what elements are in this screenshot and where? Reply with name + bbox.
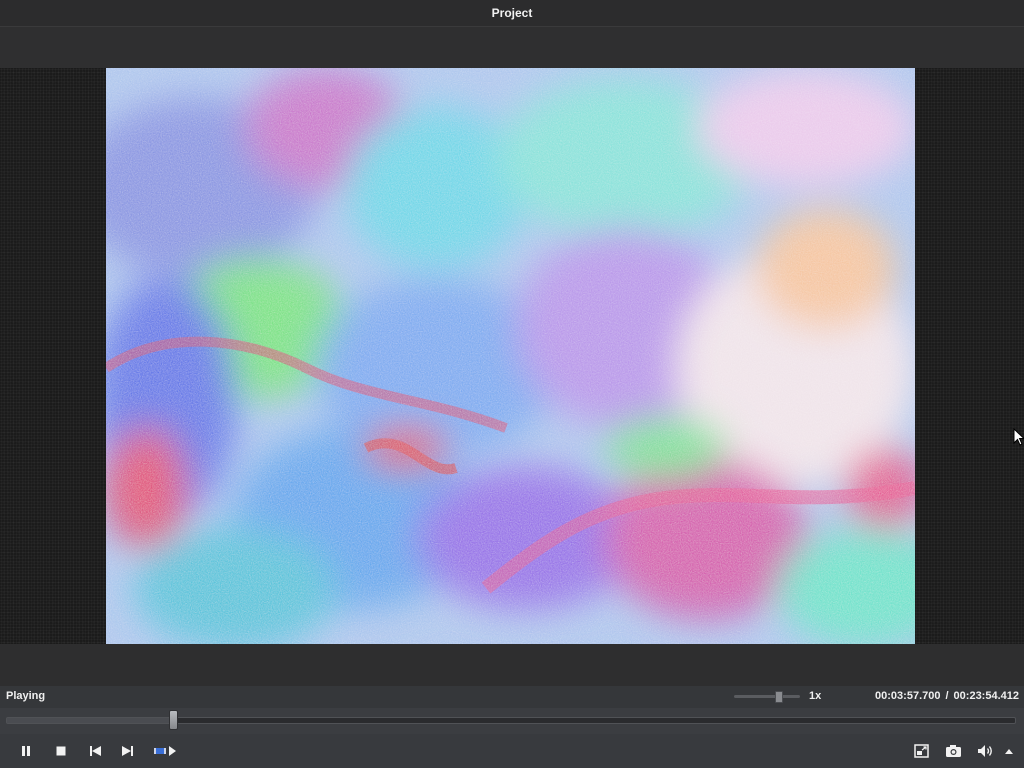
toolbar-area xyxy=(0,27,1024,68)
seek-bar-handle[interactable] xyxy=(169,710,179,730)
video-frame[interactable] xyxy=(106,68,915,644)
player-controls-panel: Playing 1x 00:03:57.700 / 00:23:54.412 xyxy=(0,686,1024,768)
transport-buttons xyxy=(0,734,1024,768)
volume-menu-icon xyxy=(1005,749,1013,754)
previous-frame-button[interactable] xyxy=(85,742,105,760)
volume-icon xyxy=(978,745,992,757)
snapshot-button[interactable] xyxy=(943,742,963,760)
snapshot-icon xyxy=(945,745,961,757)
speed-slider-handle[interactable] xyxy=(774,691,783,703)
next-frame-button[interactable] xyxy=(117,742,137,760)
fit-to-window-icon xyxy=(913,744,929,758)
stop-icon xyxy=(56,746,66,756)
seek-bar-progress xyxy=(7,718,175,723)
play-selection-icon xyxy=(154,746,176,756)
play-selection-button[interactable] xyxy=(152,742,178,760)
speed-slider[interactable] xyxy=(734,691,800,703)
volume-button[interactable] xyxy=(976,742,996,760)
previous-frame-icon xyxy=(89,746,101,756)
media-player-window: Project Playing 1x 00:03:57.700 / 00:23:… xyxy=(0,0,1024,768)
video-content xyxy=(106,68,915,644)
total-time: 00:23:54.412 xyxy=(953,690,1019,702)
pause-icon xyxy=(22,746,30,756)
next-frame-icon xyxy=(121,746,133,756)
mouse-cursor-icon xyxy=(1013,428,1024,446)
fit-to-window-button[interactable] xyxy=(911,742,931,760)
status-row: Playing 1x 00:03:57.700 / 00:23:54.412 xyxy=(0,686,1024,708)
seek-row xyxy=(0,708,1024,734)
current-time: 00:03:57.700 xyxy=(875,690,941,702)
time-separator: / xyxy=(945,690,949,702)
viewport-bottom-band xyxy=(0,644,1024,686)
video-viewport[interactable] xyxy=(0,68,1024,644)
volume-menu-button[interactable] xyxy=(1001,742,1017,760)
seek-bar[interactable] xyxy=(6,717,1016,724)
pause-button[interactable] xyxy=(16,742,36,760)
time-readout: 00:03:57.700 / 00:23:54.412 xyxy=(875,690,1019,702)
title-bar: Project xyxy=(0,0,1024,27)
speed-label: 1x xyxy=(809,690,822,702)
window-title: Project xyxy=(491,6,533,20)
playback-status: Playing xyxy=(6,690,46,702)
stop-button[interactable] xyxy=(51,742,71,760)
